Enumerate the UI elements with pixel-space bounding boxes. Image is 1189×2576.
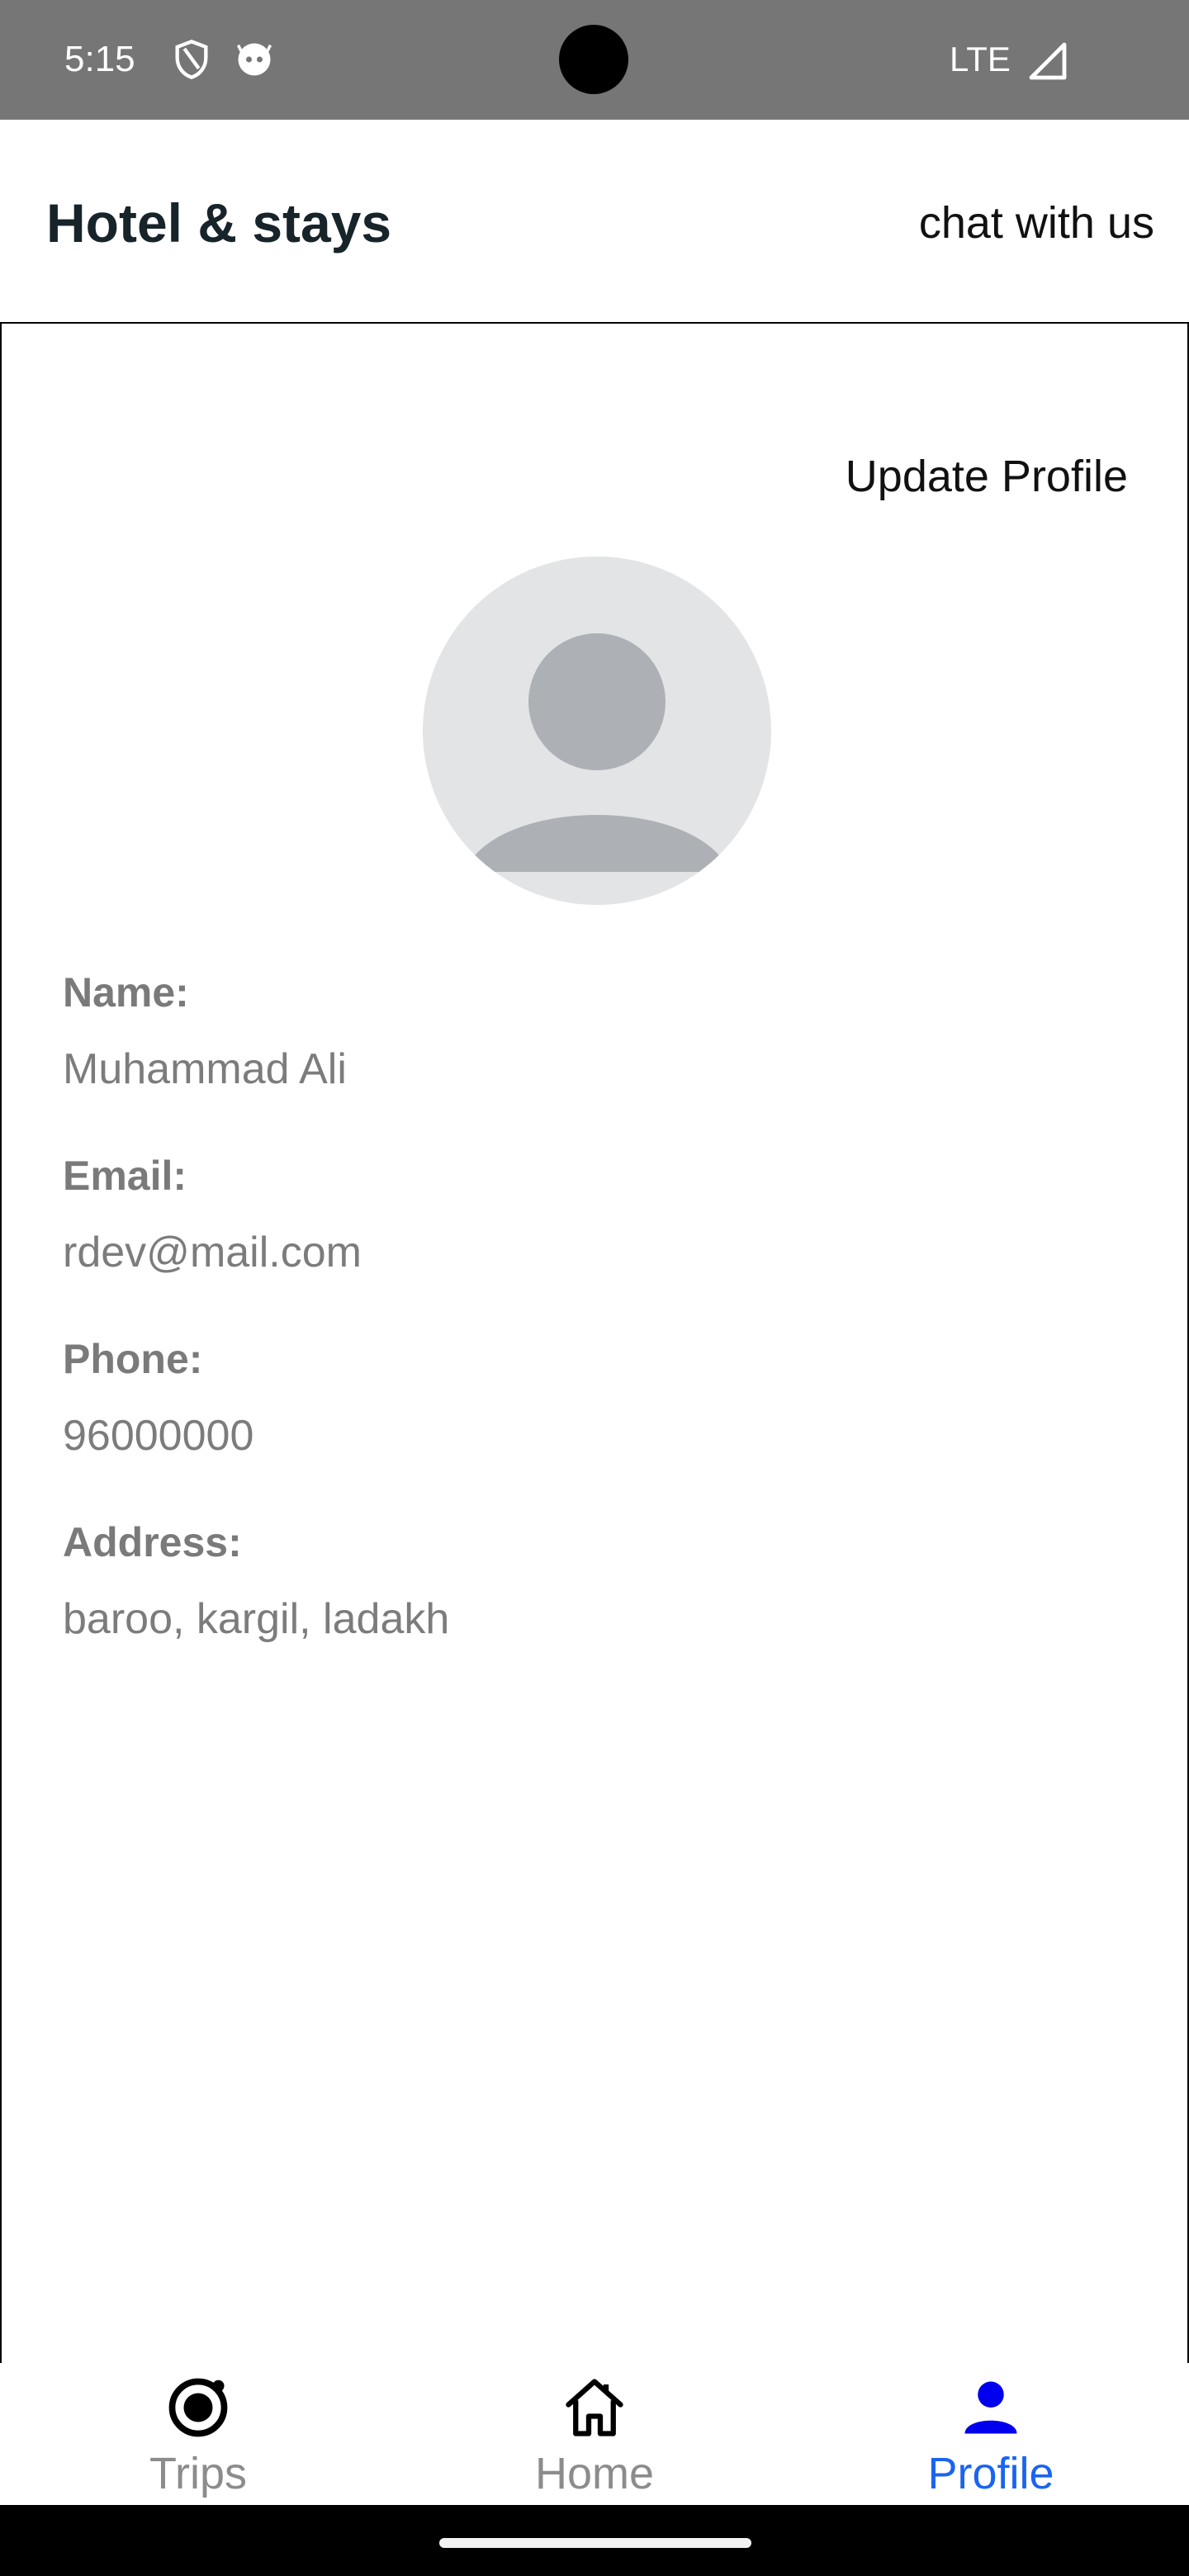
chat-with-us-link[interactable]: chat with us (919, 194, 1154, 252)
signal-icon (1029, 42, 1067, 80)
email-label: Email: (63, 1153, 187, 1199)
email-field: Email: rdev@mail.com (63, 1149, 362, 1280)
app-header: Hotel & stays chat with us (0, 120, 1189, 322)
tab-profile-label: Profile (927, 2449, 1054, 2498)
tab-trips[interactable]: Trips (0, 2363, 396, 2505)
home-icon (566, 2379, 623, 2436)
person-icon (964, 2381, 1017, 2434)
name-label: Name: (63, 969, 189, 1016)
network-type: LTE (950, 40, 1011, 78)
target-icon (168, 2378, 228, 2437)
name-value: Muhammad Ali (63, 1045, 347, 1093)
status-time: 5:15 (64, 39, 135, 79)
name-field: Name: Muhammad Ali (63, 966, 347, 1096)
bottom-tab-bar: Trips Home Profile (0, 2363, 1189, 2505)
phone-label: Phone: (63, 1336, 203, 1382)
tab-home-label: Home (534, 2449, 655, 2498)
phone-value: 96000000 (63, 1412, 254, 1460)
tab-trips-label: Trips (149, 2449, 247, 2498)
email-value: rdev@mail.com (63, 1229, 362, 1276)
status-bar: 5:15 LTE (0, 0, 1189, 120)
profile-card: Update Profile Name: Muhammad Ali Email:… (0, 322, 1189, 2365)
camera-cutout (559, 25, 628, 94)
system-nav-bar (0, 2505, 1189, 2576)
address-field: Address: baroo, kargil, ladakh (63, 1516, 449, 1646)
app-title: Hotel & stays (46, 192, 392, 253)
avatar (423, 556, 771, 905)
tab-profile[interactable]: Profile (793, 2363, 1189, 2505)
tab-home[interactable]: Home (396, 2363, 793, 2505)
android-face-icon (236, 43, 272, 76)
home-indicator[interactable] (439, 2538, 751, 2548)
user-avatar-icon (464, 633, 730, 872)
update-profile-button[interactable]: Update Profile (846, 447, 1128, 505)
address-label: Address: (63, 1519, 242, 1565)
shield-icon (175, 40, 208, 79)
address-value: baroo, kargil, ladakh (63, 1595, 450, 1643)
phone-field: Phone: 96000000 (63, 1333, 253, 1463)
